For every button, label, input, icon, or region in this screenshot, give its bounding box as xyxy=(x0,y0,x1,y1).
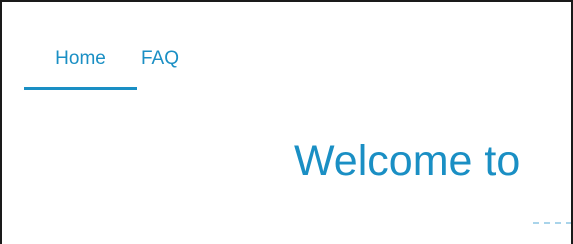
hero-divider xyxy=(533,222,571,224)
hero-title: Welcome to xyxy=(294,137,521,185)
top-nav: Home FAQ xyxy=(24,32,227,92)
tab-home[interactable]: Home xyxy=(24,32,137,90)
page-frame: Home FAQ Welcome to xyxy=(0,0,573,244)
tab-faq[interactable]: FAQ xyxy=(137,32,227,90)
